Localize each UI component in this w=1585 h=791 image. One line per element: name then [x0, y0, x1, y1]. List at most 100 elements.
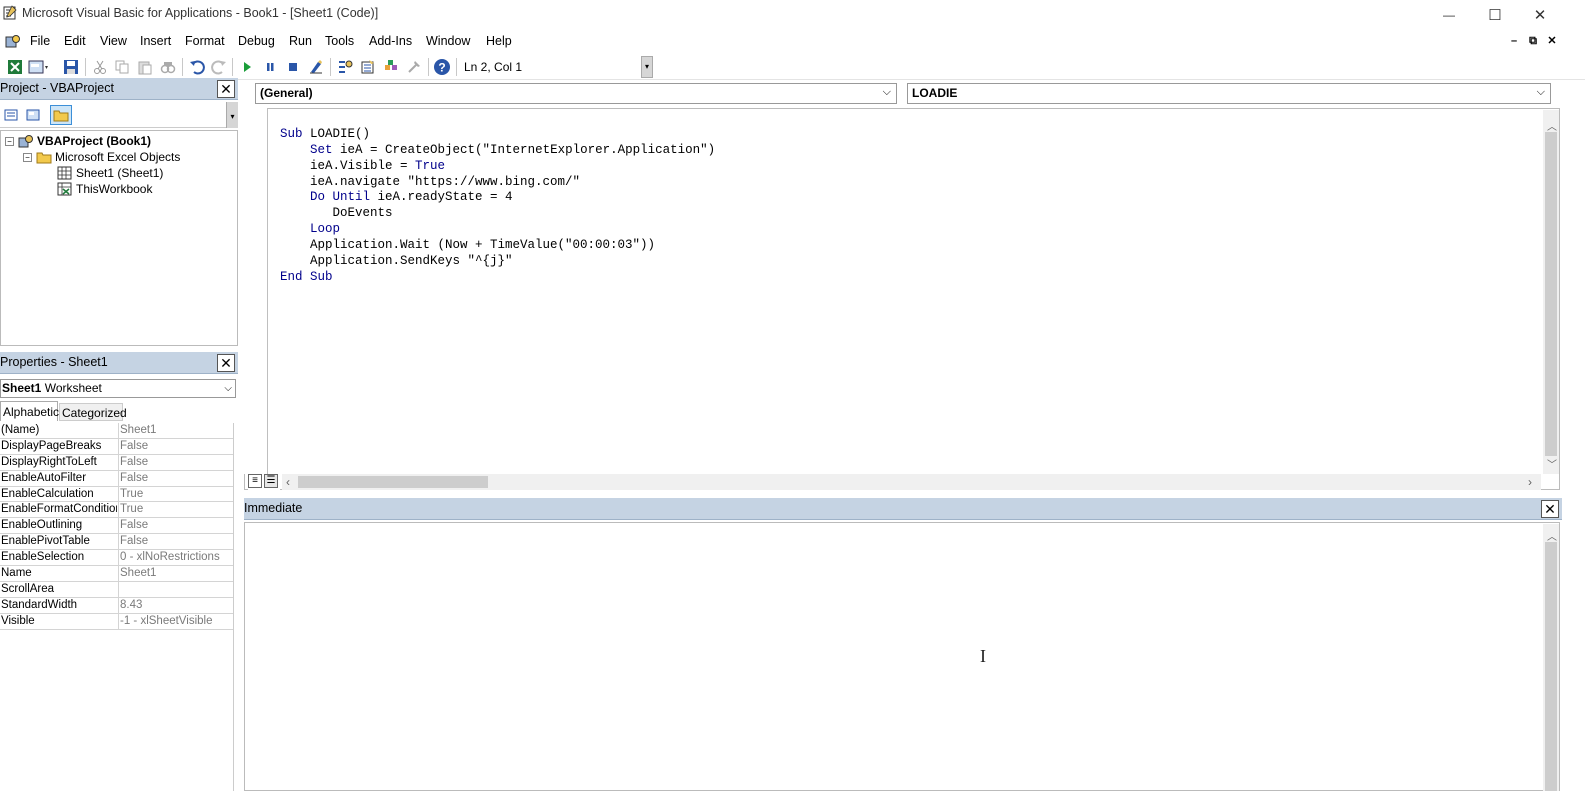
property-value[interactable]: Sheet1: [120, 567, 156, 579]
menu-debug[interactable]: Debug: [238, 34, 275, 48]
code-line[interactable]: ieA.navigate "https://www.bing.com/": [280, 175, 715, 191]
redo-icon[interactable]: [210, 58, 228, 76]
tree-node-sheet1[interactable]: Sheet1 (Sheet1): [57, 165, 163, 181]
copy-icon[interactable]: [113, 58, 131, 76]
tab-categorized[interactable]: Categorized: [59, 403, 127, 421]
code-line[interactable]: Do Until ieA.readyState = 4: [280, 190, 715, 206]
property-value[interactable]: 0 - xlNoRestrictions: [120, 551, 220, 563]
menu-tools[interactable]: Tools: [325, 34, 354, 48]
mdi-restore-button[interactable]: ⧉: [1525, 33, 1541, 49]
code-horizontal-scrollbar[interactable]: ‹ ›: [282, 474, 1541, 490]
immediate-vertical-scrollbar[interactable]: ︿: [1543, 524, 1559, 791]
scroll-right-icon[interactable]: ›: [1528, 475, 1532, 489]
property-value[interactable]: False: [120, 440, 148, 452]
code-text[interactable]: Sub LOADIE() Set ieA = CreateObject("Int…: [280, 127, 715, 285]
save-icon[interactable]: [62, 58, 80, 76]
property-row[interactable]: EnableSelection 0 - xlNoRestrictions: [0, 550, 233, 567]
code-line[interactable]: Set ieA = CreateObject("InternetExplorer…: [280, 143, 715, 159]
scroll-thumb[interactable]: [1545, 132, 1557, 456]
properties-object-select[interactable]: Sheet1 Worksheet ⌵: [0, 379, 236, 398]
collapse-icon[interactable]: −: [5, 136, 14, 146]
menu-help[interactable]: Help: [486, 34, 512, 48]
property-row[interactable]: EnablePivotTable False: [0, 534, 233, 551]
property-row[interactable]: (Name) Sheet1: [0, 423, 233, 439]
scroll-left-icon[interactable]: ‹: [286, 475, 290, 489]
toolbar-options-grip[interactable]: ▾: [641, 56, 653, 78]
property-value[interactable]: 8.43: [120, 599, 142, 611]
scroll-thumb[interactable]: [1545, 542, 1557, 791]
break-icon[interactable]: [261, 58, 279, 76]
code-line[interactable]: Application.SendKeys "^{j}": [280, 254, 715, 270]
toggle-folders-icon[interactable]: [50, 105, 72, 125]
property-value[interactable]: False: [120, 456, 148, 468]
property-row[interactable]: EnableCalculation True: [0, 487, 233, 503]
property-value[interactable]: False: [120, 519, 148, 531]
menu-window[interactable]: Window: [426, 34, 470, 48]
property-value[interactable]: Sheet1: [120, 424, 156, 436]
minimize-button[interactable]: —: [1426, 0, 1472, 30]
menu-insert[interactable]: Insert: [140, 34, 171, 48]
scroll-thumb[interactable]: [298, 476, 488, 488]
scroll-up-icon[interactable]: ︿: [1547, 528, 1557, 543]
code-line[interactable]: Sub LOADIE(): [280, 127, 715, 143]
view-object-icon[interactable]: [24, 106, 42, 124]
menu-view[interactable]: View: [100, 34, 127, 48]
property-value[interactable]: True: [120, 488, 143, 500]
property-value[interactable]: -1 - xlSheetVisible: [120, 615, 212, 627]
project-explorer-icon[interactable]: [336, 58, 354, 76]
property-row[interactable]: ScrollArea: [0, 582, 233, 598]
undo-icon[interactable]: [188, 58, 206, 76]
property-row[interactable]: Visible -1 - xlSheetVisible: [0, 614, 233, 630]
insert-userform-icon[interactable]: [28, 58, 50, 76]
property-row[interactable]: DisplayPageBreaks False: [0, 439, 233, 455]
code-vertical-scrollbar[interactable]: ︿ ﹀: [1543, 110, 1559, 474]
procedure-combo[interactable]: LOADIE ⌵: [907, 83, 1551, 104]
run-icon[interactable]: [238, 58, 256, 76]
procedure-view-icon[interactable]: ≡: [248, 474, 262, 488]
code-margin-indicator-bar[interactable]: [244, 108, 268, 474]
maximize-button[interactable]: ☐: [1472, 0, 1518, 30]
excel-icon[interactable]: [6, 58, 24, 76]
close-button[interactable]: ✕: [1517, 0, 1563, 30]
menu-file[interactable]: File: [30, 34, 50, 48]
property-value[interactable]: False: [120, 535, 148, 547]
property-row[interactable]: DisplayRightToLeft False: [0, 455, 233, 471]
code-line[interactable]: End Sub: [280, 270, 715, 286]
object-browser-icon[interactable]: [382, 58, 400, 76]
toolbox-icon[interactable]: [405, 58, 423, 76]
view-code-icon[interactable]: [2, 106, 20, 124]
property-row[interactable]: EnableOutlining False: [0, 518, 233, 535]
menu-run[interactable]: Run: [289, 34, 312, 48]
menu-edit[interactable]: Edit: [64, 34, 86, 48]
mdi-minimize-button[interactable]: –: [1506, 33, 1522, 49]
tree-node-thisworkbook[interactable]: ThisWorkbook: [57, 181, 152, 197]
find-icon[interactable]: [159, 58, 177, 76]
property-row[interactable]: EnableAutoFilter False: [0, 471, 233, 487]
property-value[interactable]: False: [120, 472, 148, 484]
full-module-view-icon[interactable]: ☰: [264, 474, 278, 488]
property-row[interactable]: Name Sheet1: [0, 566, 233, 582]
property-row[interactable]: StandardWidth 8.43: [0, 598, 233, 614]
project-explorer-close-button[interactable]: ✕: [217, 80, 235, 98]
paste-icon[interactable]: [136, 58, 154, 76]
tab-alphabetic[interactable]: Alphabetic: [0, 401, 59, 421]
mdi-close-button[interactable]: ✕: [1544, 33, 1560, 49]
help-icon[interactable]: ?: [433, 58, 451, 76]
code-line[interactable]: Application.Wait (Now + TimeValue("00:00…: [280, 238, 715, 254]
immediate-window[interactable]: [244, 522, 1560, 791]
menu-addins[interactable]: Add-Ins: [369, 34, 412, 48]
immediate-close-button[interactable]: ✕: [1541, 500, 1559, 518]
cut-icon[interactable]: [91, 58, 109, 76]
code-line[interactable]: ieA.Visible = True: [280, 159, 715, 175]
collapse-icon[interactable]: −: [23, 152, 32, 162]
scroll-up-icon[interactable]: ︿: [1547, 118, 1557, 133]
property-row[interactable]: EnableFormatConditionsCalculationTrue: [0, 502, 233, 519]
scroll-down-icon[interactable]: ﹀: [1547, 456, 1557, 471]
properties-window-icon[interactable]: [359, 58, 377, 76]
project-toolbar-grip[interactable]: ▾: [226, 102, 238, 128]
reset-icon[interactable]: [284, 58, 302, 76]
vba-document-icon[interactable]: [5, 34, 21, 48]
menu-format[interactable]: Format: [185, 34, 225, 48]
design-mode-icon[interactable]: [307, 58, 325, 76]
property-value[interactable]: True: [120, 503, 143, 515]
